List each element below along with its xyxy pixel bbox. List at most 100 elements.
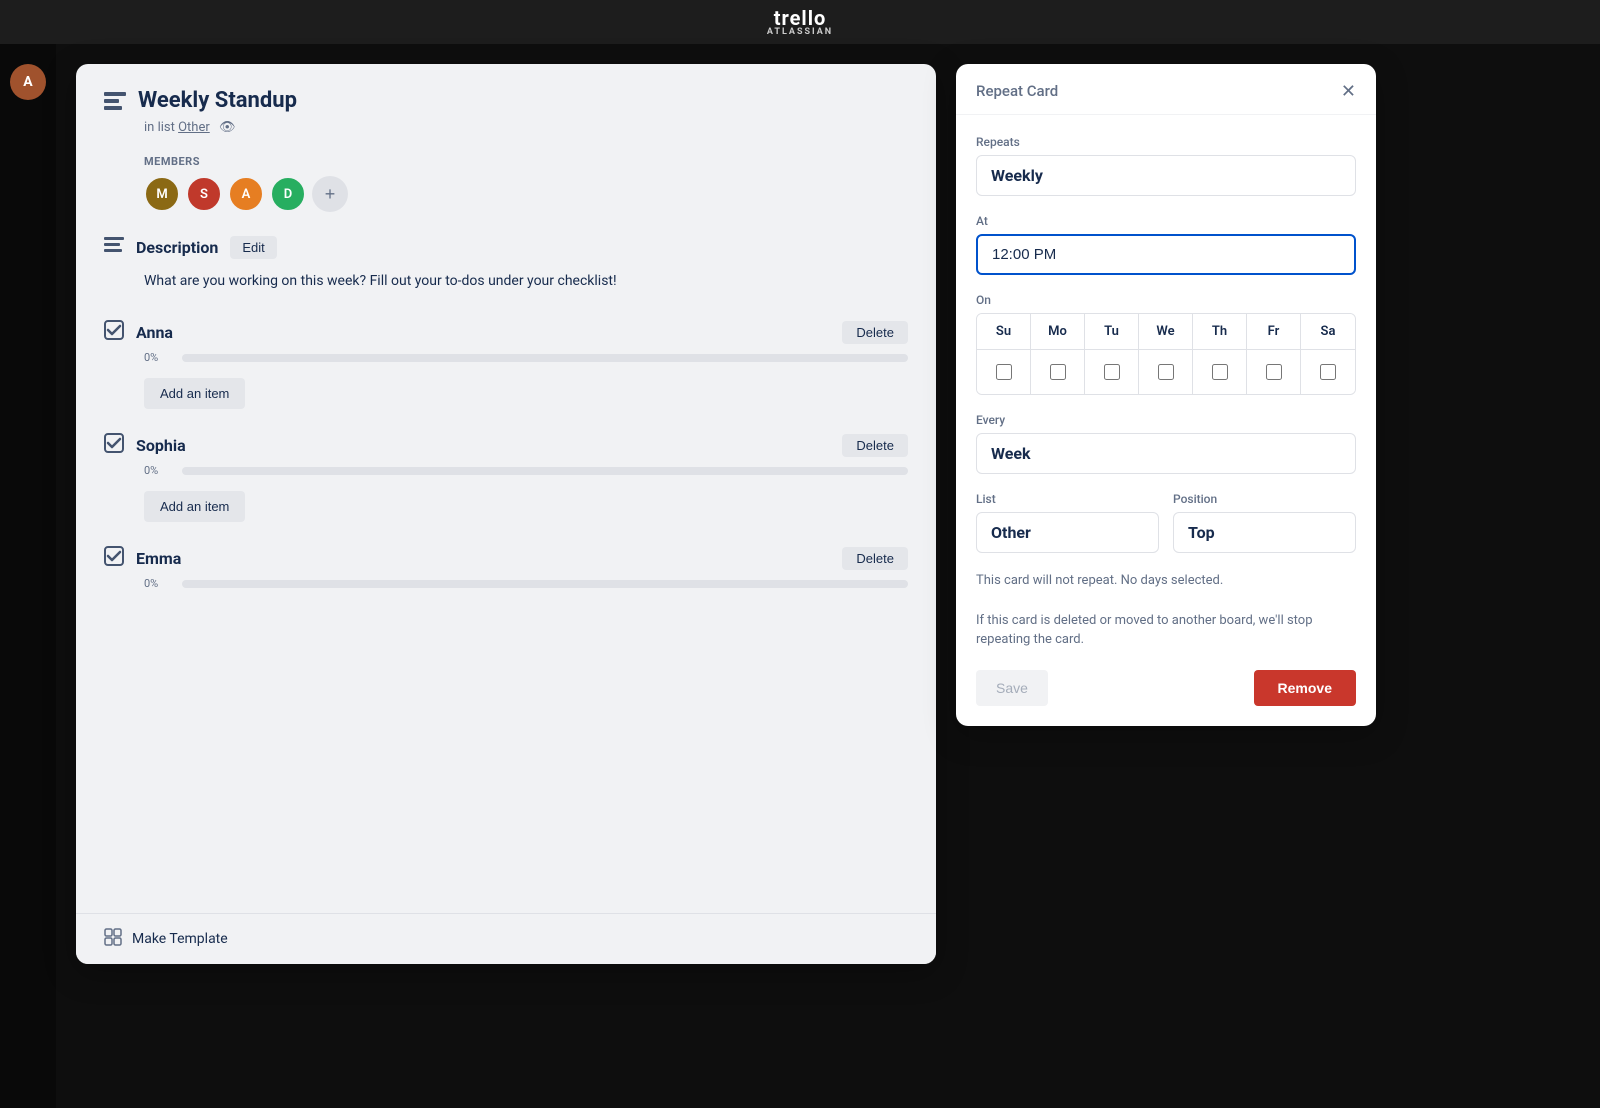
description-text: What are you working on this week? Fill … — [144, 271, 908, 292]
list-label: List — [976, 492, 1159, 506]
checklist-anna: Anna Delete 0% Add an item — [104, 320, 908, 409]
card-type-icon — [104, 92, 126, 114]
on-label: On — [976, 293, 1356, 307]
delete-sophia-button[interactable]: Delete — [842, 434, 908, 457]
description-icon — [104, 237, 124, 259]
card-header: Weekly Standup — [104, 88, 908, 114]
notice-text-2: If this card is deleted or moved to anot… — [976, 611, 1356, 650]
day-cell-sa — [1301, 350, 1355, 394]
left-sidebar: A — [0, 44, 56, 1108]
checklist-icon-anna — [104, 320, 124, 345]
user-avatar[interactable]: A — [10, 64, 46, 100]
card-title: Weekly Standup — [138, 88, 297, 114]
list-position-row: List Other Position Top — [976, 492, 1356, 553]
days-grid: Su Mo Tu We Th Fr Sa — [976, 313, 1356, 395]
card-list-info: in list Other 👁 — [144, 120, 908, 135]
time-input[interactable] — [976, 234, 1356, 275]
day-checkbox-th[interactable] — [1212, 364, 1228, 380]
repeat-panel-body: Repeats Weekly At On Su Mo Tu We Th — [956, 115, 1376, 726]
add-item-sophia-button[interactable]: Add an item — [144, 491, 245, 522]
day-checkbox-fr[interactable] — [1266, 364, 1282, 380]
checklist-title-row: Anna — [104, 320, 173, 345]
watch-icon[interactable]: 👁 — [219, 120, 236, 135]
day-header-th: Th — [1193, 314, 1247, 350]
template-icon — [104, 928, 122, 950]
card-list-link[interactable]: Other — [178, 120, 210, 135]
day-header-su: Su — [977, 314, 1031, 350]
member-avatar-2[interactable]: S — [186, 176, 222, 212]
repeats-value[interactable]: Weekly — [976, 155, 1356, 196]
at-field-group: At — [976, 214, 1356, 275]
progress-anna: 0% — [144, 351, 908, 364]
every-label: Every — [976, 413, 1356, 427]
checklist-emma: Emma Delete 0% — [104, 546, 908, 590]
day-cell-th — [1193, 350, 1247, 394]
day-cell-su — [977, 350, 1031, 394]
day-checkbox-tu[interactable] — [1104, 364, 1120, 380]
on-field-group: On Su Mo Tu We Th Fr Sa — [976, 293, 1356, 395]
day-cell-we — [1139, 350, 1193, 394]
day-checkbox-we[interactable] — [1158, 364, 1174, 380]
progress-emma: 0% — [144, 577, 908, 590]
card-footer: Make Template — [76, 913, 936, 964]
days-checkbox-row — [977, 350, 1355, 394]
description-header: Description Edit — [104, 236, 908, 259]
add-item-anna-button[interactable]: Add an item — [144, 378, 245, 409]
repeat-panel-title: Repeat Card — [976, 82, 1058, 100]
member-avatar-3[interactable]: A — [228, 176, 264, 212]
day-header-mo: Mo — [1031, 314, 1085, 350]
notice-block: This card will not repeat. No days selec… — [976, 571, 1356, 650]
day-checkbox-sa[interactable] — [1320, 364, 1336, 380]
trello-logo: trello ATLASSIAN — [767, 8, 833, 37]
day-header-tu: Tu — [1085, 314, 1139, 350]
position-value[interactable]: Top — [1173, 512, 1356, 553]
checklist-emma-title: Emma — [136, 549, 181, 568]
action-row: Save Remove — [976, 670, 1356, 706]
checklist-emma-title-row: Emma — [104, 546, 181, 571]
close-repeat-panel-button[interactable]: ✕ — [1341, 82, 1356, 100]
checklist-sophia-header: Sophia Delete — [104, 433, 908, 458]
days-header-row: Su Mo Tu We Th Fr Sa — [977, 314, 1355, 350]
add-member-button[interactable]: + — [312, 176, 348, 212]
checklist-emma-header: Emma Delete — [104, 546, 908, 571]
remove-button[interactable]: Remove — [1254, 670, 1356, 706]
repeat-panel: Repeat Card ✕ Repeats Weekly At On Su M — [956, 64, 1376, 726]
progress-sophia-pct: 0% — [144, 464, 172, 477]
modal-container: Weekly Standup in list Other 👁 MEMBERS M… — [56, 44, 1600, 1108]
position-label: Position — [1173, 492, 1356, 506]
checklist-icon-sophia — [104, 433, 124, 458]
day-header-we: We — [1139, 314, 1193, 350]
members-row: M S A D + — [144, 176, 908, 212]
day-cell-mo — [1031, 350, 1085, 394]
every-field-group: Every Week — [976, 413, 1356, 474]
list-value[interactable]: Other — [976, 512, 1159, 553]
checklist-anna-header: Anna Delete — [104, 320, 908, 345]
edit-description-button[interactable]: Edit — [230, 236, 276, 259]
day-checkbox-su[interactable] — [996, 364, 1012, 380]
day-cell-fr — [1247, 350, 1301, 394]
delete-anna-button[interactable]: Delete — [842, 321, 908, 344]
card-dialog: Weekly Standup in list Other 👁 MEMBERS M… — [76, 64, 936, 964]
progress-anna-pct: 0% — [144, 351, 172, 364]
progress-emma-bar-bg — [182, 580, 908, 588]
repeat-panel-header: Repeat Card ✕ — [956, 64, 1376, 115]
members-label: MEMBERS — [144, 155, 908, 168]
checklist-sophia-title-row: Sophia — [104, 433, 186, 458]
position-field-group: Position Top — [1173, 492, 1356, 553]
progress-sophia-bar-bg — [182, 467, 908, 475]
delete-emma-button[interactable]: Delete — [842, 547, 908, 570]
progress-sophia: 0% — [144, 464, 908, 477]
progress-emma-pct: 0% — [144, 577, 172, 590]
day-checkbox-mo[interactable] — [1050, 364, 1066, 380]
save-button[interactable]: Save — [976, 670, 1048, 706]
day-header-fr: Fr — [1247, 314, 1301, 350]
member-avatar-4[interactable]: D — [270, 176, 306, 212]
repeats-field-group: Repeats Weekly — [976, 135, 1356, 196]
every-value[interactable]: Week — [976, 433, 1356, 474]
checklist-sophia-title: Sophia — [136, 436, 186, 455]
notice-text-1: This card will not repeat. No days selec… — [976, 571, 1356, 591]
member-avatar-1[interactable]: M — [144, 176, 180, 212]
progress-anna-bar-bg — [182, 354, 908, 362]
checklist-anna-title: Anna — [136, 323, 173, 342]
make-template-label[interactable]: Make Template — [132, 931, 228, 947]
